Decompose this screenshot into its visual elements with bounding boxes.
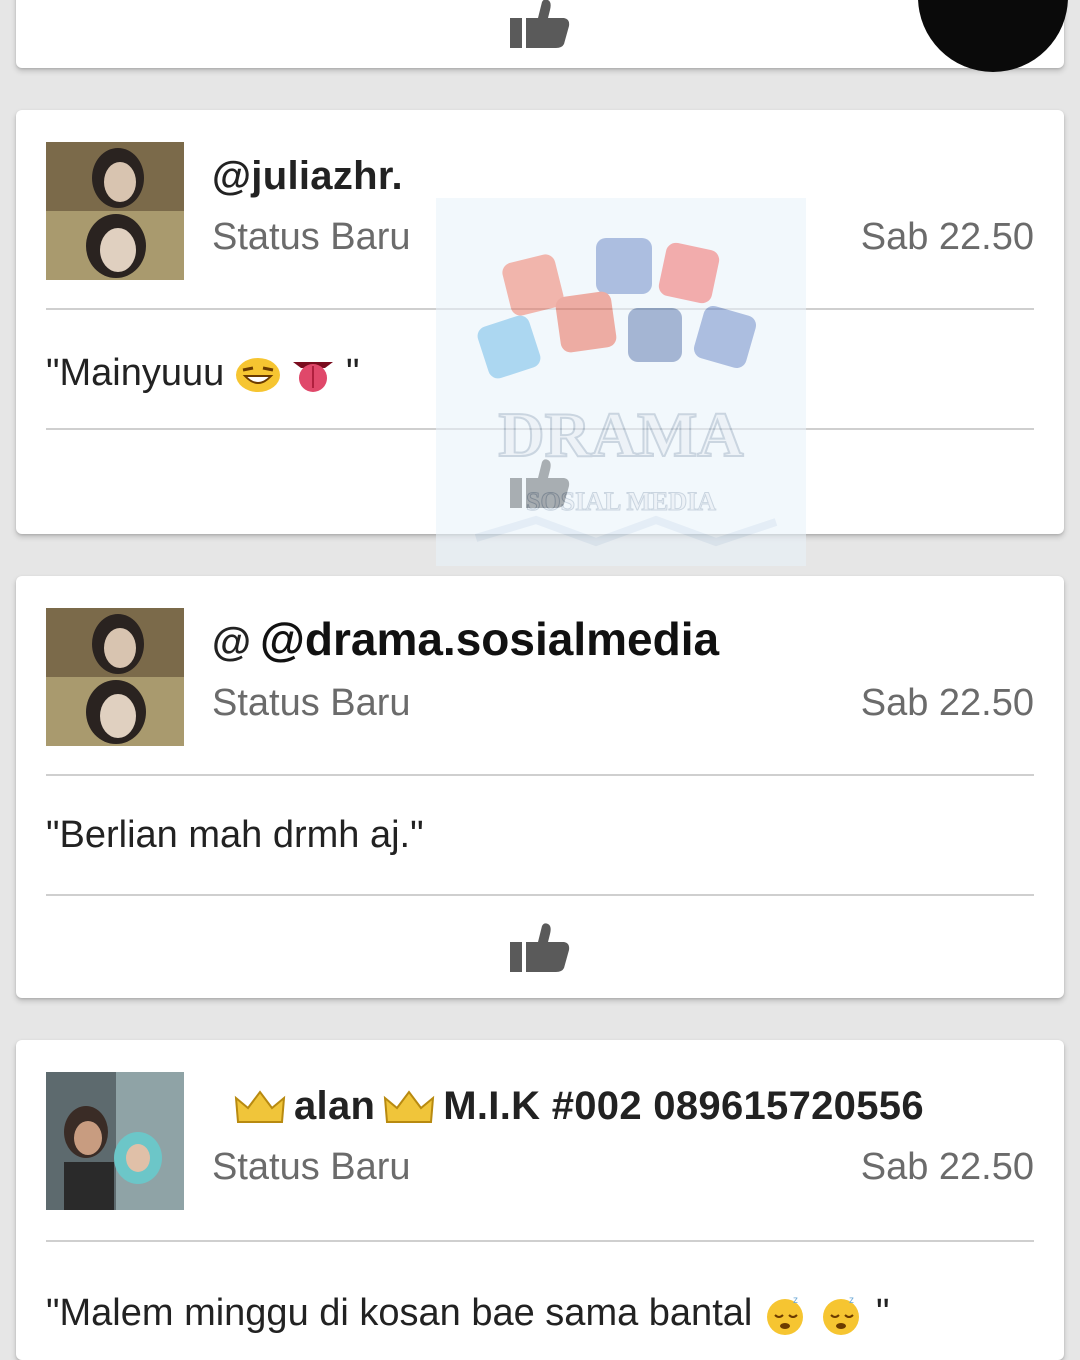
thumbs-up-icon[interactable] [508,458,572,510]
username[interactable]: alan M.I.K #002 089615720556 [234,1084,924,1129]
thumbs-up-icon[interactable] [508,0,572,50]
divider [46,774,1034,776]
avatar[interactable] [46,608,184,746]
username-part-1: alan [294,1084,376,1128]
post-card: @juliazhr. Status Baru Sab 22.50 "Mainyu… [16,110,1064,534]
sleeping-emoji-icon: z [823,1295,860,1335]
post-text: "Berlian mah drmh aj." [46,814,424,856]
divider [46,894,1034,896]
timestamp: Sab 22.50 [860,1146,1034,1188]
post-text-start: "Malem minggu di kosan bae sama bantal [46,1292,753,1334]
divider [46,1240,1034,1242]
post-text: "Mainyuuu " [46,352,359,395]
svg-text:z: z [849,1295,854,1306]
post-text: "Malem minggu di kosan bae sama bantal z… [46,1292,890,1337]
sleeping-emoji-icon: z [766,1295,803,1335]
username[interactable]: @ [212,620,251,665]
crown-icon [234,1090,286,1124]
post-text-start: "Mainyuuu [46,352,225,394]
avatar[interactable] [46,1072,184,1210]
divider [46,428,1034,430]
crown-icon [384,1090,435,1124]
timestamp: Sab 22.50 [860,682,1034,724]
tongue-emoji-icon [293,361,334,392]
overlay-handle: @drama.sosialmedia [256,612,724,666]
post-card-previous [16,0,1064,68]
laughing-emoji-icon [235,357,280,392]
status-label: Status Baru [212,216,411,258]
thumbs-up-icon[interactable] [508,922,572,974]
divider [46,308,1034,310]
username-part-2: M.I.K #002 089615720556 [443,1084,924,1128]
username[interactable]: @juliazhr. [212,154,403,199]
post-text-end: " [345,352,360,394]
avatar[interactable] [46,142,184,280]
post-text-end: " [876,1292,890,1334]
svg-text:z: z [793,1295,798,1306]
status-label: Status Baru [212,682,411,724]
timestamp: Sab 22.50 [860,216,1034,258]
status-label: Status Baru [212,1146,411,1188]
post-card: alan M.I.K #002 089615720556 Status Baru… [16,1040,1064,1360]
